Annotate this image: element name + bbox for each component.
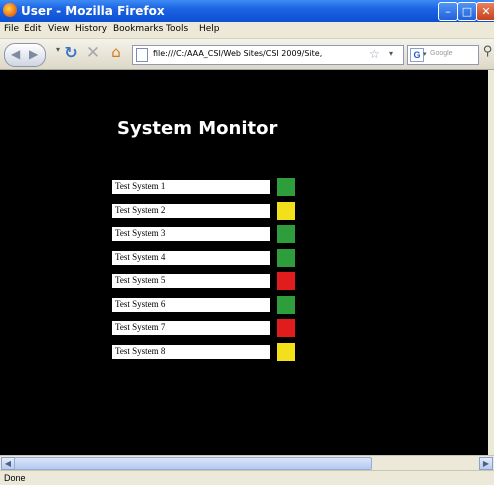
menu-tools[interactable]: Tools	[166, 24, 188, 34]
system-name-field: Test System 2	[112, 203, 270, 218]
status-indicator	[277, 178, 295, 196]
stop-icon[interactable]: ✕	[84, 43, 102, 63]
system-name: Test System 6	[115, 298, 166, 309]
menu-bookmarks[interactable]: Bookmarks	[113, 24, 163, 34]
search-engine-icon[interactable]: G	[410, 48, 424, 62]
page-content: System Monitor Test System 1 Test System …	[0, 70, 488, 455]
browser-window: User - Mozilla Firefox – □ ✕ File Edit V…	[0, 0, 494, 485]
scrollbar-thumb[interactable]	[14, 457, 372, 470]
menu-bar: File Edit View History Bookmarks Tools H…	[0, 22, 494, 39]
status-indicator	[277, 225, 295, 243]
maximize-button[interactable]: □	[457, 2, 477, 21]
system-name: Test System 2	[115, 204, 166, 215]
scroll-right-icon[interactable]: ▶	[479, 457, 493, 470]
search-engine-dropdown-icon[interactable]: ▾	[423, 50, 427, 58]
scroll-left-icon[interactable]: ◀	[1, 457, 15, 470]
menu-view[interactable]: View	[48, 24, 69, 34]
horizontal-scrollbar[interactable]: ◀ ▶	[0, 455, 494, 470]
title-bar[interactable]: User - Mozilla Firefox – □ ✕	[0, 0, 494, 22]
status-indicator	[277, 248, 295, 267]
reload-icon[interactable]: ↻	[62, 43, 80, 62]
close-button[interactable]: ✕	[476, 2, 494, 21]
system-name: Test System 7	[115, 322, 166, 332]
page-icon	[136, 48, 148, 62]
system-name: Test System 8	[115, 345, 166, 356]
menu-edit[interactable]: Edit	[24, 24, 41, 34]
system-name-field: Test System 6	[112, 297, 270, 312]
back-arrow-icon[interactable]: ◀	[11, 47, 20, 61]
system-name-field: Test System 5	[112, 274, 270, 288]
page-title: System Monitor	[117, 118, 278, 139]
system-name-field: Test System 1	[112, 180, 270, 194]
home-icon[interactable]: ⌂	[106, 43, 126, 61]
system-name-field: Test System 3	[112, 227, 270, 241]
status-indicator	[277, 295, 295, 314]
system-name: Test System 1	[115, 181, 166, 191]
firefox-logo-icon	[3, 3, 17, 17]
url-dropdown-icon[interactable]: ▾	[389, 49, 393, 58]
system-name: Test System 4	[115, 251, 166, 262]
window-title: User - Mozilla Firefox	[21, 4, 165, 18]
menu-history[interactable]: History	[75, 24, 107, 34]
search-magnifier-icon[interactable]: ⚲	[481, 44, 494, 59]
status-indicator	[277, 319, 295, 337]
search-box[interactable]: G ▾ Google	[407, 45, 479, 65]
status-bar: Done	[0, 470, 494, 485]
system-name-field: Test System 4	[112, 250, 270, 265]
vertical-scrollbar[interactable]	[488, 70, 494, 455]
bookmark-star-icon[interactable]: ☆	[369, 47, 380, 61]
status-indicator	[277, 201, 295, 220]
status-indicator	[277, 272, 295, 290]
minimize-button[interactable]: –	[438, 2, 458, 21]
search-input[interactable]: Google	[430, 50, 453, 57]
system-name-field: Test System 7	[112, 321, 270, 335]
status-text: Done	[4, 473, 26, 483]
address-bar[interactable]: file:///C:/AAA_CSI/Web Sites/CSI 2009/Si…	[132, 45, 404, 65]
status-indicator	[277, 342, 295, 361]
system-name: Test System 5	[115, 275, 166, 285]
back-forward-button[interactable]: ◀ ▶	[4, 43, 46, 67]
forward-arrow-icon[interactable]: ▶	[29, 47, 38, 61]
system-name: Test System 3	[115, 228, 166, 238]
navigation-toolbar: ◀ ▶ ▾ ↻ ✕ ⌂ file:///C:/AAA_CSI/Web Sites…	[0, 39, 494, 70]
menu-help[interactable]: Help	[199, 24, 220, 34]
menu-file[interactable]: File	[4, 24, 19, 34]
system-name-field: Test System 8	[112, 344, 270, 359]
url-text: file:///C:/AAA_CSI/Web Sites/CSI 2009/Si…	[153, 49, 323, 58]
